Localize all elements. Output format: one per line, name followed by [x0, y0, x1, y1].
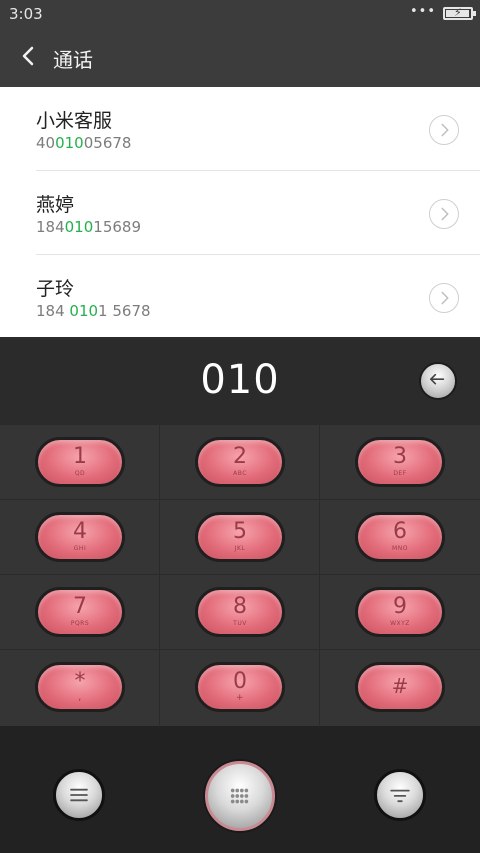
list-item[interactable]: 子玲 184 0101 5678 [0, 255, 480, 339]
contact-number: 18401015689 [36, 218, 141, 236]
key-8[interactable]: 8 TUV [195, 587, 285, 637]
backspace-button[interactable] [419, 362, 457, 400]
list-item[interactable]: 燕婷 18401015689 [0, 171, 480, 255]
app-header: 通话 [0, 27, 480, 87]
key-7[interactable]: 7 PQRS [35, 587, 125, 637]
status-bar: 3:03 ••• ⚡ [0, 0, 480, 27]
battery-charging-icon: ⚡ [443, 6, 476, 20]
contact-name: 子玲 [36, 278, 75, 300]
contact-name: 小米客服 [36, 110, 113, 132]
list-item[interactable]: 小米客服 4001005678 [0, 87, 480, 171]
contact-number: 184 0101 5678 [36, 302, 151, 320]
dialpad-icon [230, 788, 249, 804]
status-time: 3:03 [9, 5, 43, 23]
contact-name: 燕婷 [36, 194, 75, 216]
dialed-number-display: 010 [0, 337, 480, 425]
menu-button[interactable] [53, 769, 105, 821]
filter-button[interactable] [374, 769, 426, 821]
dial-keypad: 1 QD 2 ABC 3 DEF 4 GHI 5 JKL 6 MNO 7 PQRS 8 TUV … [0, 425, 480, 726]
matched-digits: 010 [64, 218, 94, 236]
contact-number: 4001005678 [36, 134, 132, 152]
bottom-bar [0, 726, 480, 853]
matched-digits: 010 [55, 134, 84, 152]
filter-icon [390, 789, 410, 803]
page-title: 通话 [53, 48, 93, 72]
key-star[interactable]: *, [35, 662, 125, 712]
key-2[interactable]: 2 ABC [195, 437, 285, 487]
backspace-arrow-icon [430, 373, 445, 385]
key-hash[interactable]: # [355, 662, 445, 712]
key-6[interactable]: 6 MNO [355, 512, 445, 562]
key-4[interactable]: 4 GHI [35, 512, 125, 562]
key-1[interactable]: 1 QD [35, 437, 125, 487]
dialpad-toggle-button[interactable] [205, 761, 275, 831]
matched-digits: 010 [69, 302, 99, 320]
dialed-number: 010 [200, 357, 280, 403]
more-dots-icon: ••• [409, 4, 436, 19]
key-9[interactable]: 9 WXYZ [355, 587, 445, 637]
chevron-right-icon[interactable] [429, 199, 459, 229]
key-3[interactable]: 3 DEF [355, 437, 445, 487]
menu-icon [70, 788, 88, 802]
contact-results-list: 小米客服 4001005678 燕婷 18401015689 子玲 184 01… [0, 87, 480, 337]
key-0[interactable]: 0 + [195, 662, 285, 712]
back-arrow-icon[interactable] [18, 42, 40, 70]
chevron-right-icon[interactable] [429, 283, 459, 313]
key-5[interactable]: 5 JKL [195, 512, 285, 562]
chevron-right-icon[interactable] [429, 115, 459, 145]
